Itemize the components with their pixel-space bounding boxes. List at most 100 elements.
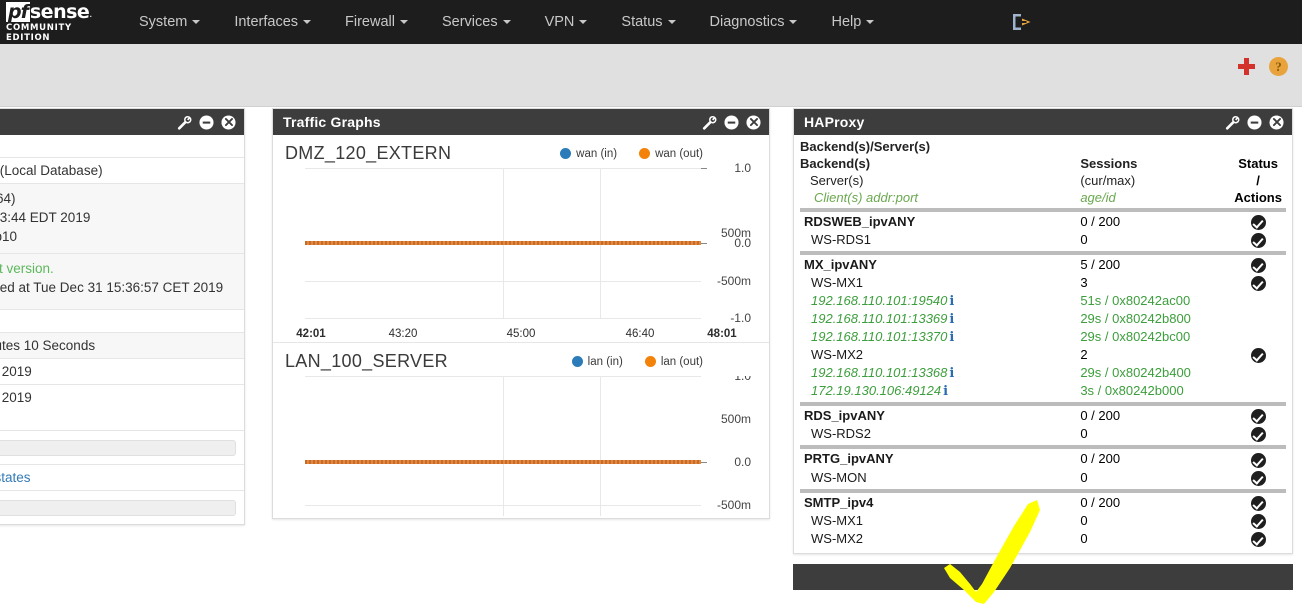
- client-ageid: 51s / 0x80242ac00: [1080, 293, 1191, 309]
- system-info-states-link[interactable]: w states: [0, 470, 31, 485]
- chart-legend: wan (in) wan (out): [560, 148, 703, 160]
- nav-label-firewall: Firewall: [345, 14, 395, 30]
- y-axis-tick: -500m: [716, 273, 751, 288]
- check-circle-icon[interactable]: [1250, 495, 1266, 511]
- nav-label-interfaces: Interfaces: [234, 14, 299, 30]
- close-circle-icon[interactable]: [221, 114, 236, 130]
- table-row-client[interactable]: 172.19.130.106:49124 i 3s / 0x80242b000: [800, 382, 1286, 400]
- y-axis-tick: 0.0: [734, 236, 751, 250]
- header-curmax: (cur/max): [1080, 173, 1136, 188]
- table-row-backend[interactable]: RDSWEB_ipvANY 0 / 200: [800, 213, 1286, 231]
- wrench-icon[interactable]: [177, 115, 192, 130]
- nav-item-system[interactable]: System: [122, 2, 217, 42]
- table-row-server[interactable]: WS-MX2 2: [800, 346, 1286, 364]
- system-information-widget: 01 (Local Database) nd64) 8:53:44 EDT 20…: [0, 108, 245, 525]
- chart-series-line: [305, 460, 701, 464]
- table-row-client[interactable]: 192.168.110.101:19540 i 51s / 0x80242ac00: [800, 292, 1286, 310]
- nav-item-interfaces[interactable]: Interfaces: [217, 2, 328, 42]
- table-row-backend[interactable]: RDS_ipvANY 0 / 200: [800, 407, 1286, 425]
- legend-entry[interactable]: lan (out): [644, 355, 703, 368]
- header-status: Status: [1238, 156, 1278, 171]
- system-info-row-user: 01 (Local Database): [0, 158, 244, 184]
- nav-item-vpn[interactable]: VPN: [528, 2, 605, 42]
- check-circle-icon[interactable]: [1250, 409, 1266, 425]
- info-icon[interactable]: i: [949, 330, 954, 345]
- table-row-client[interactable]: 192.168.110.101:13370 i 29s / 0x80242bc00: [800, 328, 1286, 346]
- widget-title: HAProxy: [804, 114, 865, 130]
- check-circle-icon[interactable]: [1250, 276, 1266, 292]
- check-circle-icon[interactable]: [1250, 470, 1266, 486]
- widget-header: HAProxy: [794, 109, 1292, 135]
- table-row-server[interactable]: WS-RDS2 0: [800, 425, 1286, 443]
- table-row-backend[interactable]: SMTP_ipv4 0 / 200: [800, 494, 1286, 512]
- header-servers: Server(s): [810, 173, 864, 188]
- check-circle-icon[interactable]: [1250, 452, 1266, 468]
- table-row-client[interactable]: 192.168.110.101:13368 i 29s / 0x80242b400: [800, 364, 1286, 382]
- server-sessions: 2: [1080, 347, 1088, 363]
- nav-item-services[interactable]: Services: [425, 2, 528, 42]
- info-icon[interactable]: i: [949, 294, 954, 309]
- table-row-server[interactable]: WS-RDS1 0: [800, 231, 1286, 249]
- close-circle-icon[interactable]: [746, 114, 761, 130]
- system-info-row-uptime: linutes 10 Seconds: [0, 333, 244, 359]
- legend-entry[interactable]: wan (out): [639, 148, 703, 160]
- wrench-icon[interactable]: [702, 115, 717, 130]
- question-circle-icon[interactable]: ?: [1269, 57, 1288, 76]
- pfsense-logo[interactable]: pf sense. COMMUNITY EDITION: [0, 1, 108, 43]
- info-icon[interactable]: i: [943, 384, 948, 399]
- legend-entry[interactable]: lan (in): [571, 355, 623, 368]
- y-axis-tick: -500m: [716, 498, 751, 512]
- table-row-server[interactable]: WS-MX2 0: [800, 530, 1286, 548]
- table-row-server[interactable]: WS-MX1 0: [800, 512, 1286, 530]
- legend-color-swatch: [571, 356, 583, 367]
- group-header-label: Backend(s)/Server(s): [800, 139, 931, 154]
- legend-entry[interactable]: wan (in): [560, 148, 617, 160]
- status-badge: [1230, 256, 1286, 274]
- breadcrumb-bar: ?: [0, 44, 1302, 107]
- next-widget-header: [793, 563, 1293, 590]
- legend-label: lan (in): [587, 355, 623, 368]
- chevron-down-icon: [399, 20, 408, 25]
- nav-item-help[interactable]: Help: [814, 2, 891, 42]
- minus-circle-icon[interactable]: [1247, 114, 1262, 130]
- minus-circle-icon[interactable]: [199, 114, 214, 130]
- check-circle-icon[interactable]: [1250, 258, 1266, 274]
- haproxy-header-row: Backend(s) Sessions Status: [800, 155, 1286, 172]
- check-circle-icon[interactable]: [1250, 215, 1266, 231]
- system-info-version-status: test version.: [0, 261, 54, 276]
- close-circle-icon[interactable]: [1269, 114, 1284, 130]
- check-circle-icon[interactable]: [1250, 513, 1266, 529]
- x-axis-tick: 48:01: [707, 328, 737, 340]
- table-row-backend[interactable]: PRTG_ipvANY 0 / 200: [800, 450, 1286, 468]
- y-axis-tick: 1.0: [734, 161, 751, 175]
- nav-item-diagnostics[interactable]: Diagnostics: [693, 2, 815, 42]
- traffic-chart-dmz: DMZ_120_EXTERN wan (in) wan (out) 1.0 50…: [273, 135, 769, 342]
- check-circle-icon[interactable]: [1250, 233, 1266, 249]
- chart-title: LAN_100_SERVER: [285, 351, 448, 371]
- check-circle-icon[interactable]: [1250, 531, 1266, 547]
- nav-item-status[interactable]: Status: [604, 2, 692, 42]
- chart-title: DMZ_120_EXTERN: [285, 143, 452, 163]
- info-icon[interactable]: i: [949, 366, 954, 381]
- nav-label-system: System: [139, 14, 188, 30]
- info-icon[interactable]: i: [949, 312, 954, 327]
- chart-plot-area: 1.0 500m 0.0 -500m -1.0 42:01 43:20 45:0…: [285, 161, 759, 340]
- server-sessions: 3: [1080, 275, 1088, 291]
- wrench-icon[interactable]: [1225, 115, 1240, 130]
- table-row-client[interactable]: 192.168.110.101:13369 i 29s / 0x80242b800: [800, 310, 1286, 328]
- legend-label: lan (out): [660, 355, 703, 368]
- logout-icon[interactable]: [1010, 11, 1034, 33]
- check-circle-icon[interactable]: [1250, 348, 1266, 364]
- check-circle-icon[interactable]: [1250, 427, 1266, 443]
- legend-color-swatch: [560, 148, 572, 159]
- minus-circle-icon[interactable]: [724, 114, 739, 130]
- y-axis-tick: 500m: [720, 412, 751, 426]
- plus-icon[interactable]: [1238, 58, 1255, 75]
- dashboard: 01 (Local Database) nd64) 8:53:44 EDT 20…: [0, 108, 1302, 604]
- haproxy-table: Backend(s)/Server(s) Backend(s) Sessions…: [800, 138, 1286, 548]
- logo-subtitle: COMMUNITY EDITION: [6, 23, 72, 43]
- nav-item-firewall[interactable]: Firewall: [328, 2, 425, 42]
- table-row-server[interactable]: WS-MON 0: [800, 469, 1286, 487]
- table-row-backend[interactable]: MX_ipvANY 5 / 200: [800, 256, 1286, 274]
- table-row-server[interactable]: WS-MX1 3: [800, 274, 1286, 292]
